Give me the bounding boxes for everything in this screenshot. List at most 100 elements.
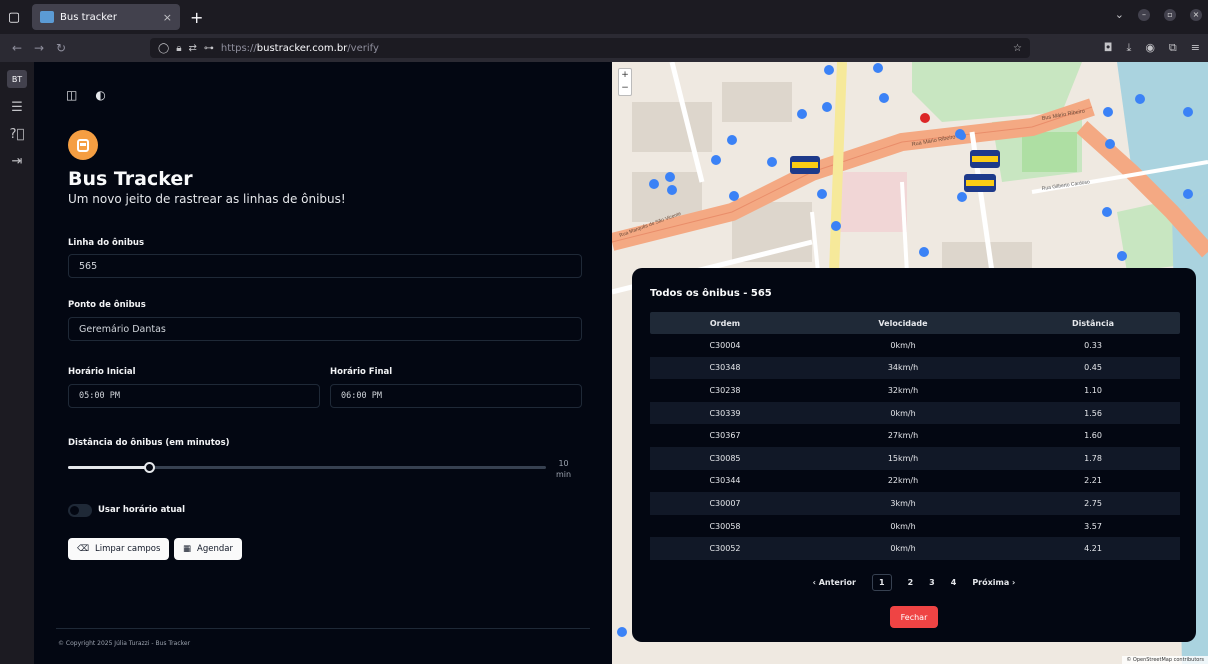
new-tab-icon[interactable]: + [190,8,203,27]
page-title: Bus Tracker [68,168,193,190]
page-3-button[interactable]: 3 [929,578,935,587]
permissions-icon[interactable]: ⇄ [189,43,197,54]
distance-slider[interactable] [68,462,546,473]
cell-distance: 1.56 [1084,408,1102,418]
schedule-button[interactable]: ▦ Agendar [174,538,242,560]
table-row: C30238 32km/h 1.10 [650,379,1180,402]
minimize-icon[interactable]: – [1138,8,1150,21]
download-icon[interactable]: ⤓ [1126,41,1131,55]
chevron-down-icon[interactable]: ⌄ [1115,8,1124,21]
distance-label: Distância do ônibus (em minutos) [68,438,230,448]
table-row: C30052 0km/h 4.21 [650,537,1180,560]
slider-thumb[interactable] [144,462,156,473]
cell-order: C30058 [709,521,741,531]
close-button[interactable]: Fechar [890,606,938,628]
clear-fields-button[interactable]: ⌫ Limpar campos [68,538,170,560]
cell-speed: 15km/h [887,453,919,463]
table-row: C30348 34km/h 0.45 [650,356,1180,380]
prev-page-button[interactable]: ‹ Anterior [813,578,856,587]
footer-divider [56,628,590,629]
bookmark-star-icon[interactable]: ☆ [1013,43,1022,54]
close-tab-icon[interactable]: × [163,11,172,24]
zoom-in-icon[interactable]: + [619,69,631,82]
cell-speed: 0km/h [890,340,916,350]
start-time-input[interactable]: 05:00 PM [68,384,320,408]
table-row: C30004 0km/h 0.33 [650,334,1180,357]
line-input[interactable]: 565 [68,254,582,278]
pocket-icon[interactable]: ◘ [1104,41,1113,55]
distance-value: 10 min [556,458,571,480]
tab-list-icon[interactable]: ▢ [0,0,28,34]
window-controls: ⌄ – ▫ × [1115,8,1202,21]
account-icon[interactable]: ◉ [1145,41,1155,55]
page-2-button[interactable]: 2 [908,578,914,587]
copyright-footer: © Copyright 2025 Júlia Turazzi - Bus Tra… [58,640,191,647]
lock-icon[interactable]: 🔒︎ [176,43,181,54]
browser-tab[interactable]: Bus tracker × [32,4,180,30]
help-icon[interactable]: ?⃝ [10,127,25,142]
maximize-icon[interactable]: ▫ [1164,8,1176,21]
clear-fields-label: Limpar campos [95,544,161,554]
cell-distance: 0.33 [1084,340,1102,350]
current-time-toggle[interactable] [68,504,92,517]
end-time-input[interactable]: 06:00 PM [330,384,582,408]
url-host: bustracker.com.br [256,42,348,54]
cell-distance: 0.45 [1084,363,1102,373]
cell-speed: 0km/h [890,408,916,418]
cell-order: C30348 [709,363,741,373]
close-window-icon[interactable]: × [1190,8,1202,21]
cell-speed: 34km/h [887,363,919,373]
cell-distance: 4.21 [1084,544,1102,554]
col-header-distance: Distância [1072,318,1114,328]
calendar-icon: ▦ [183,544,192,554]
buses-table: Ordem Velocidade Distância C30004 0km/h 0.… [650,312,1180,560]
stop-input[interactable]: Geremário Dantas [68,317,582,341]
table-row: C30058 0km/h 3.57 [650,515,1180,538]
sidebar-toggle-icon[interactable]: ◫ [66,88,77,102]
map-zoom-control[interactable]: + − [618,68,632,96]
table-row: C30007 3km/h 2.75 [650,492,1180,515]
back-icon[interactable]: ← [6,41,28,55]
distance-number: 10 [558,459,569,468]
col-header-speed: Velocidade [878,318,928,328]
shield-icon[interactable]: ◯ [158,43,169,54]
reload-icon[interactable]: ↻ [50,41,72,55]
cell-order: C30052 [709,544,741,554]
logout-icon[interactable]: ⇥ [12,154,23,169]
buses-modal: Todos os ônibus - 565 Ordem Velocidade D… [632,268,1196,642]
key-icon[interactable]: ⊶ [204,43,214,54]
modal-title: Todos os ônibus - 565 [650,288,772,299]
cell-distance: 1.60 [1084,431,1102,441]
list-icon[interactable]: ☰ [11,100,23,115]
eraser-icon: ⌫ [77,544,90,554]
url-bar[interactable]: ◯ 🔒︎ ⇄ ⊶ https:// bustracker.com.br /ver… [150,38,1030,58]
map-attribution[interactable]: © OpenStreetMap contributors [1122,656,1208,664]
cell-distance: 1.78 [1084,453,1102,463]
next-page-button[interactable]: Próxima › [972,578,1015,587]
extensions-icon[interactable]: ⧉ [1169,41,1177,55]
sidebar-app-badge[interactable]: BT [7,70,27,88]
cell-distance: 2.75 [1084,498,1102,508]
col-header-order: Ordem [709,318,741,328]
page-1-button[interactable]: 1 [872,574,892,591]
menu-icon[interactable]: ≡ [1191,41,1200,55]
browser-nav-bar: ← → ↻ ◯ 🔒︎ ⇄ ⊶ https:// bustracker.com.b… [0,34,1208,62]
form-panel: ◫ ◐ Bus Tracker Um novo jeito de rastrea… [34,62,612,664]
line-label: Linha do ônibus [68,238,145,248]
cell-order: C30085 [709,453,741,463]
forward-icon[interactable]: → [28,41,50,55]
cell-order: C30344 [709,476,741,486]
browser-sidebar: BT ☰ ?⃝ ⇥ [0,62,34,664]
favicon-icon [40,11,54,23]
cell-distance: 3.57 [1084,521,1102,531]
distance-unit: min [556,470,572,479]
bus-logo-icon [68,130,98,160]
tab-title: Bus tracker [60,11,117,23]
page-4-button[interactable]: 4 [951,578,957,587]
theme-toggle-icon[interactable]: ◐ [95,88,105,102]
top-icons: ◫ ◐ [66,88,106,102]
start-time-label: Horário Inicial [68,367,136,377]
page-subtitle: Um novo jeito de rastrear as linhas de ô… [68,192,346,206]
zoom-out-icon[interactable]: − [619,82,631,95]
toolbar-icons: ◘ ⤓ ◉ ⧉ ≡ [1104,41,1200,55]
